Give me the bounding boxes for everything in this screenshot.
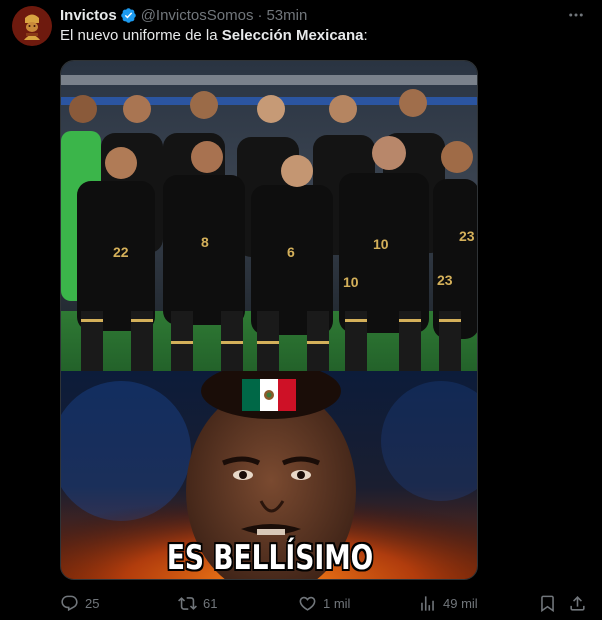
- tweet-text-prefix: El nuevo uniforme de la: [60, 27, 222, 44]
- tweet-text-suffix: :: [363, 27, 368, 44]
- svg-text:23: 23: [459, 228, 475, 244]
- svg-text:6: 6: [287, 244, 295, 260]
- repost-icon: [178, 596, 197, 610]
- verified-badge-icon: [120, 7, 136, 23]
- avatar[interactable]: [12, 6, 52, 46]
- reply-button[interactable]: 25: [60, 592, 99, 614]
- tweet-media[interactable]: 22 8 6 10 23 23 10 ES BELLÍSIMO: [60, 60, 478, 580]
- separator-dot: ·: [257, 6, 263, 24]
- tweet-text: El nuevo uniforme de la Selección Mexica…: [60, 27, 368, 44]
- team-photo-image[interactable]: 22 8 6 10 23 23 10: [61, 61, 478, 371]
- share-icon: [570, 595, 585, 611]
- svg-text:8: 8: [201, 234, 209, 250]
- tweet[interactable]: Invictos @InvictosSomos · 53min El nuevo…: [0, 0, 602, 620]
- like-button[interactable]: 1 mil: [298, 592, 350, 614]
- more-options-button[interactable]: [566, 6, 586, 24]
- share-button[interactable]: [568, 592, 587, 614]
- repost-count: 61: [203, 595, 218, 611]
- timestamp[interactable]: 53min: [266, 7, 307, 24]
- views-count: 49 mil: [443, 595, 478, 611]
- svg-text:10: 10: [343, 274, 359, 290]
- mascot-logo-icon: [12, 6, 52, 46]
- reply-icon: [61, 595, 78, 611]
- reply-count: 25: [85, 595, 100, 611]
- views-button[interactable]: 49 mil: [418, 592, 478, 614]
- more-options-icon: [569, 13, 583, 17]
- tweet-text-bold: Selección Mexicana: [221, 27, 364, 44]
- tweet-header: Invictos @InvictosSomos · 53min: [60, 5, 307, 25]
- bookmark-button[interactable]: [538, 592, 557, 614]
- meme-caption: ES BELLÍSIMO: [166, 538, 374, 578]
- author-name[interactable]: Invictos: [60, 7, 117, 24]
- action-bar: 25 61 1 mil 49 mil: [60, 592, 590, 614]
- views-icon: [421, 595, 434, 611]
- mexico-flag-icon: [242, 379, 296, 411]
- svg-text:22: 22: [113, 244, 129, 260]
- bookmark-icon: [541, 595, 554, 612]
- like-icon: [299, 596, 316, 611]
- svg-text:23: 23: [437, 272, 453, 288]
- author-handle[interactable]: @InvictosSomos: [141, 7, 254, 24]
- svg-text:10: 10: [373, 236, 389, 252]
- repost-button[interactable]: 61: [178, 592, 217, 614]
- like-count: 1 mil: [323, 595, 351, 611]
